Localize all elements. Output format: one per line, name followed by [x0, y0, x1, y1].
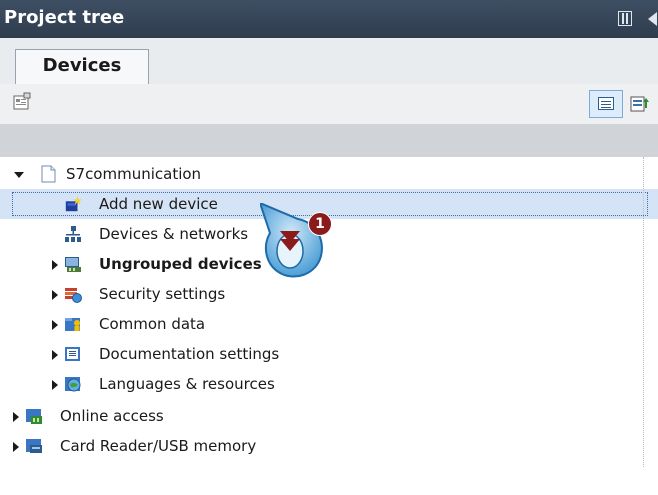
collapse-panel-icon[interactable]	[648, 12, 657, 26]
ungrouped-devices-icon	[65, 257, 81, 272]
tree-item-security-settings[interactable]: Security settings	[0, 279, 658, 309]
tree-item-label: Security settings	[99, 285, 226, 303]
card-reader-icon	[26, 439, 42, 453]
tab-strip: Devices	[0, 38, 658, 85]
properties-icon[interactable]	[12, 92, 32, 112]
tree-item-add-new-device[interactable]: Add new device	[0, 189, 658, 219]
tree-item-label: Card Reader/USB memory	[60, 437, 257, 455]
tree-item-label: Documentation settings	[99, 345, 280, 363]
tree-item-online-access[interactable]: Online access	[0, 401, 658, 431]
expand-arrow-icon[interactable]	[52, 380, 58, 390]
languages-icon	[65, 377, 81, 392]
column-divider	[643, 157, 645, 467]
online-access-icon	[26, 409, 42, 424]
expand-arrow-icon[interactable]	[52, 320, 58, 330]
project-tree-titlebar: Project tree	[0, 0, 658, 38]
tree-item-label: Add new device	[99, 195, 218, 213]
security-icon	[65, 288, 82, 303]
project-tree: S7communication Add new device Devices &…	[0, 157, 658, 495]
tree-item-documentation-settings[interactable]: Documentation settings	[0, 339, 658, 369]
tree-item-label: Ungrouped devices	[99, 255, 262, 273]
network-icon	[65, 226, 81, 242]
tree-item-label: Devices & networks	[99, 225, 249, 243]
tree-item-label: S7communication	[66, 165, 202, 183]
tree-item-common-data[interactable]: Common data	[0, 309, 658, 339]
expand-arrow-icon[interactable]	[13, 412, 19, 422]
tree-item-card-reader[interactable]: Card Reader/USB memory	[0, 431, 658, 461]
expand-arrow-icon[interactable]	[13, 442, 19, 452]
tree-item-label: Languages & resources	[99, 375, 275, 393]
expand-arrow-icon[interactable]	[14, 172, 24, 178]
column-header-band	[0, 124, 658, 157]
panel-layout-icon[interactable]	[618, 11, 632, 26]
add-device-icon	[65, 195, 82, 212]
tree-item-languages-resources[interactable]: Languages & resources	[0, 369, 658, 399]
common-data-icon	[65, 318, 80, 331]
overview-export-icon[interactable]	[630, 94, 650, 114]
step-badge: 1	[308, 212, 332, 236]
tree-item-label: Common data	[99, 315, 206, 333]
tree-item-label: Online access	[60, 407, 164, 425]
expand-arrow-icon[interactable]	[52, 290, 58, 300]
tree-toolbar	[0, 84, 658, 124]
expand-arrow-icon[interactable]	[52, 260, 58, 270]
tab-devices[interactable]: Devices	[15, 49, 149, 85]
tree-item-ungrouped-devices[interactable]: Ungrouped devices	[0, 249, 658, 279]
panel-title: Project tree	[4, 7, 125, 28]
tree-item-project[interactable]: S7communication	[0, 159, 658, 189]
project-icon	[41, 165, 56, 183]
expand-arrow-icon[interactable]	[52, 350, 58, 360]
documentation-icon	[65, 347, 80, 361]
detail-view-toggle-button[interactable]	[589, 90, 623, 118]
list-view-icon	[598, 97, 614, 110]
